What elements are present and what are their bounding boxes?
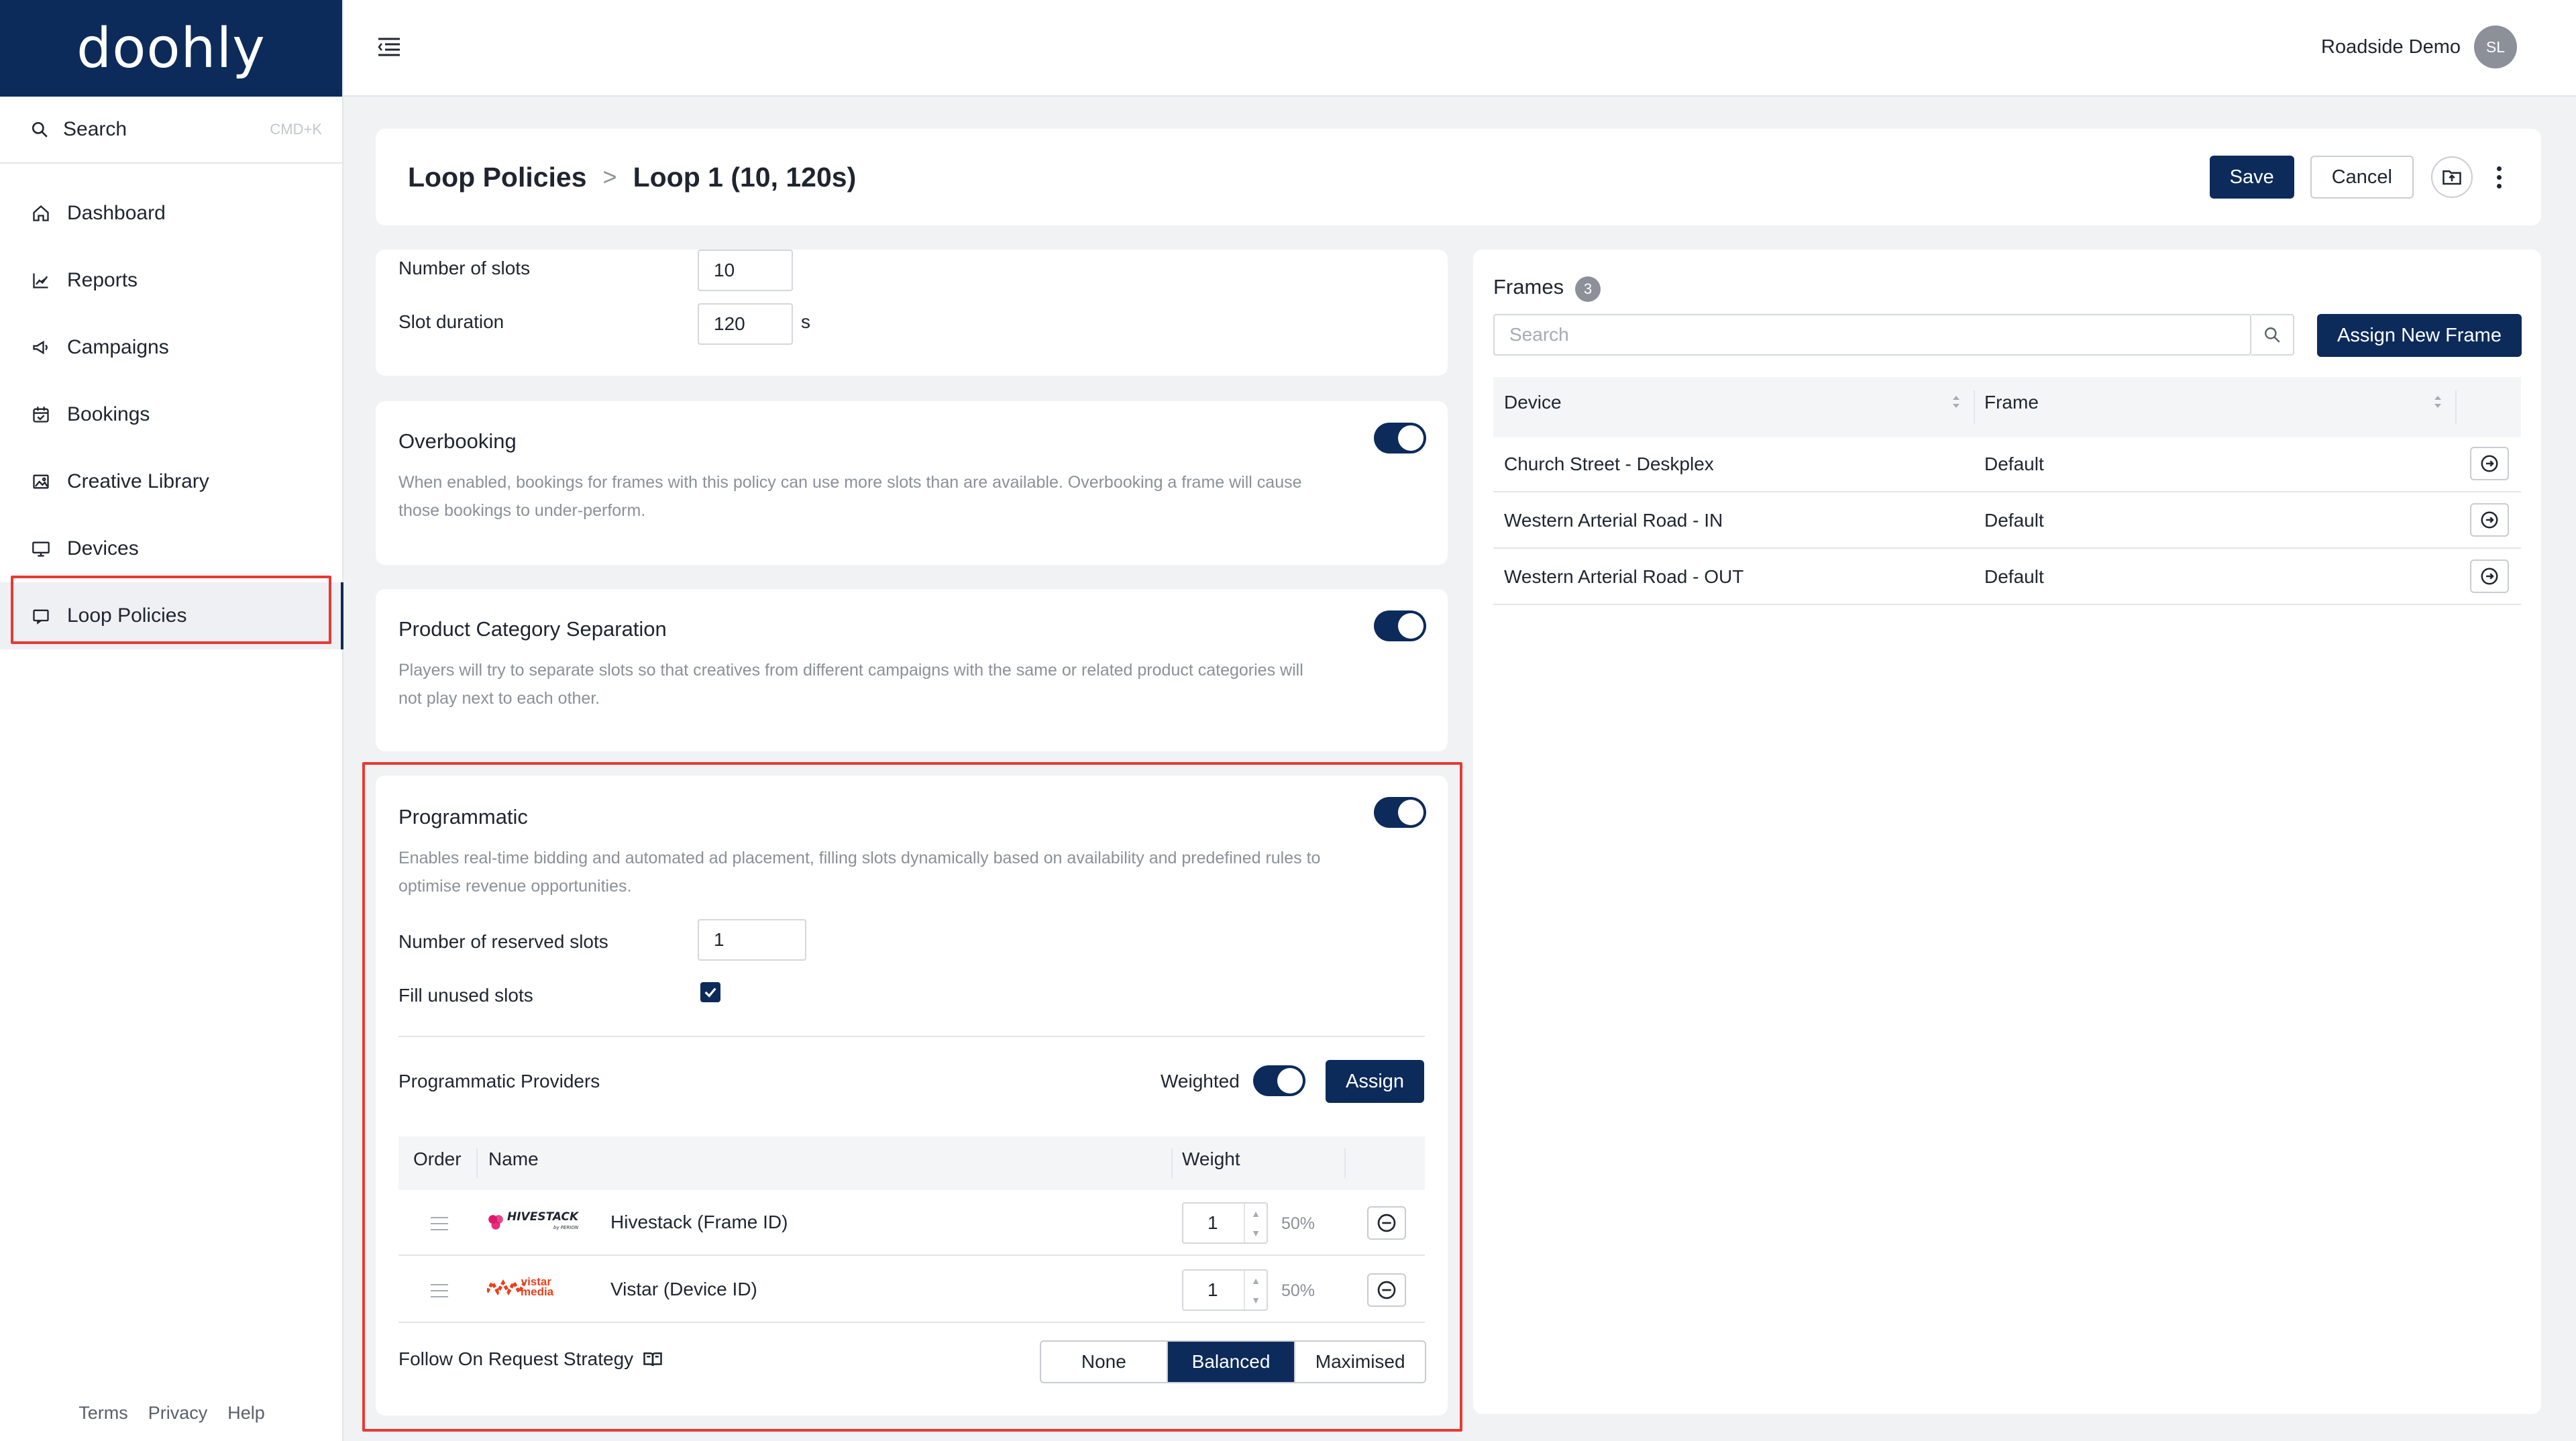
- col-device[interactable]: Device: [1504, 392, 1562, 413]
- overbooking-card: Overbooking When enabled, bookings for f…: [376, 401, 1448, 565]
- breadcrumb: Loop Policies > Loop 1 (10, 120s): [408, 162, 2210, 193]
- frames-search-input[interactable]: Search: [1493, 314, 2251, 356]
- arrow-right-circle-icon: [2481, 511, 2498, 529]
- table-row[interactable]: Church Street - Deskplex Default: [1493, 437, 2521, 492]
- assign-new-frame-button[interactable]: Assign New Frame: [2317, 314, 2522, 357]
- slot-duration-unit: s: [801, 311, 810, 332]
- doohly-logo: doohly: [76, 16, 266, 81]
- save-button[interactable]: Save: [2209, 156, 2294, 199]
- search-icon: [2265, 327, 2280, 343]
- chart-icon: [31, 270, 51, 290]
- slot-duration-label: Slot duration: [398, 311, 504, 332]
- desc-line: When enabled, bookings for frames with t…: [398, 473, 1302, 492]
- more-options-icon[interactable]: [2489, 156, 2509, 198]
- menu-collapse-icon[interactable]: [377, 36, 404, 60]
- sidebar-item-label: Creative Library: [67, 470, 209, 492]
- frame-name: Default: [1984, 453, 2044, 474]
- desc-line: not play next to each other.: [398, 689, 600, 708]
- arrow-right-circle-icon: [2481, 568, 2498, 585]
- sidebar-footer: Terms Privacy Help: [0, 1403, 343, 1424]
- desc-line: Players will try to separate slots so th…: [398, 661, 1303, 680]
- avatar: SL: [2474, 25, 2517, 68]
- sidebar-item-label: Campaigns: [67, 336, 169, 358]
- sidebar-item-creative-library[interactable]: Creative Library: [0, 448, 342, 515]
- search-icon: [32, 121, 48, 138]
- open-frame-button[interactable]: [2470, 503, 2509, 537]
- calendar-icon: [31, 405, 51, 425]
- sort-icon[interactable]: [2432, 393, 2443, 411]
- number-of-slots-label: Number of slots: [398, 258, 531, 278]
- search-shortcut: CMD+K: [270, 121, 322, 138]
- desc-line: those bookings to under-perform.: [398, 501, 646, 520]
- top-bar: Roadside Demo SL: [343, 0, 2576, 97]
- col-sep: [1974, 390, 1975, 424]
- category-separation-description: Players will try to separate slots so th…: [398, 656, 1303, 712]
- overbooking-title: Overbooking: [398, 429, 517, 453]
- sidebar-item-devices[interactable]: Devices: [0, 515, 342, 582]
- sidebar-item-label: Dashboard: [67, 202, 166, 224]
- frames-search-button[interactable]: [2251, 314, 2294, 356]
- folder-icon: [2443, 170, 2461, 185]
- image-icon: [31, 472, 51, 492]
- folder-button[interactable]: [2431, 156, 2473, 198]
- frames-count-badge: 3: [1575, 276, 1601, 302]
- logo-area[interactable]: doohly: [0, 0, 342, 97]
- device-name: Church Street - Deskplex: [1504, 453, 1714, 474]
- frames-panel: Frames 3 Search Assign New Frame Device …: [1473, 250, 2541, 1414]
- page-title: Loop 1 (10, 120s): [633, 161, 857, 193]
- slot-duration-input[interactable]: 120: [698, 303, 793, 345]
- sort-icon[interactable]: [1951, 393, 1962, 411]
- monitor-icon: [31, 539, 51, 559]
- user-menu[interactable]: Roadside Demo SL: [2321, 25, 2517, 68]
- category-separation-title: Product Category Separation: [398, 617, 667, 641]
- sidebar-item-reports[interactable]: Reports: [0, 247, 342, 314]
- slots-card: Number of slots 10 Slot duration 120 s: [376, 250, 1448, 376]
- page-header: Loop Policies > Loop 1 (10, 120s) Save C…: [376, 129, 2541, 225]
- arrow-right-circle-icon: [2481, 455, 2498, 472]
- privacy-link[interactable]: Privacy: [148, 1403, 208, 1424]
- megaphone-icon: [31, 337, 51, 358]
- number-of-slots-input[interactable]: 10: [698, 250, 793, 291]
- frame-name: Default: [1984, 510, 2044, 531]
- category-separation-toggle[interactable]: [1374, 610, 1426, 641]
- breadcrumb-separator: >: [602, 163, 617, 191]
- open-frame-button[interactable]: [2470, 559, 2509, 593]
- sidebar-item-campaigns[interactable]: Campaigns: [0, 314, 342, 381]
- device-name: Western Arterial Road - OUT: [1504, 566, 1744, 587]
- category-separation-card: Product Category Separation Players will…: [376, 589, 1448, 751]
- frame-name: Default: [1984, 566, 2044, 587]
- sidebar-search[interactable]: Search CMD+K: [0, 97, 342, 164]
- table-row[interactable]: Western Arterial Road - OUT Default: [1493, 550, 2521, 605]
- sidebar-item-label: Bookings: [67, 403, 150, 425]
- terms-link[interactable]: Terms: [78, 1403, 128, 1424]
- highlight-box-nav: [11, 576, 331, 644]
- sidebar-item-dashboard[interactable]: Dashboard: [0, 180, 342, 247]
- cancel-button[interactable]: Cancel: [2310, 156, 2414, 199]
- search-label: Search: [63, 118, 127, 140]
- breadcrumb-root[interactable]: Loop Policies: [408, 162, 587, 193]
- overbooking-toggle[interactable]: [1374, 423, 1426, 453]
- home-icon: [31, 203, 51, 223]
- sidebar-item-label: Devices: [67, 537, 139, 559]
- sidebar-item-bookings[interactable]: Bookings: [0, 381, 342, 448]
- highlight-box-programmatic: [362, 762, 1462, 1432]
- user-name: Roadside Demo: [2321, 36, 2461, 58]
- help-link[interactable]: Help: [227, 1403, 265, 1424]
- table-row[interactable]: Western Arterial Road - IN Default: [1493, 494, 2521, 549]
- overbooking-description: When enabled, bookings for frames with t…: [398, 468, 1302, 525]
- col-frame[interactable]: Frame: [1984, 392, 2039, 413]
- sidebar-item-label: Reports: [67, 269, 138, 291]
- col-sep: [2455, 390, 2457, 424]
- open-frame-button[interactable]: [2470, 447, 2509, 480]
- device-name: Western Arterial Road - IN: [1504, 510, 1723, 531]
- sidebar: doohly Search CMD+K Dashboard Reports Ca…: [0, 0, 343, 1441]
- frames-title: Frames: [1493, 275, 1564, 299]
